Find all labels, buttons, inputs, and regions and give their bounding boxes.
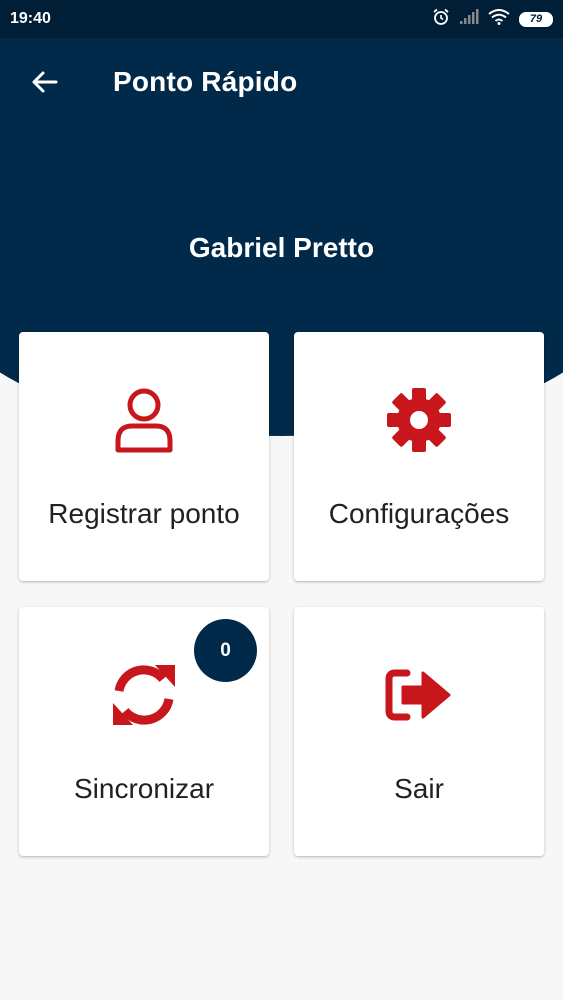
logout-card[interactable]: Sair <box>294 607 544 856</box>
status-bar: 19:40 79 <box>0 0 563 38</box>
signal-icon <box>459 8 479 30</box>
settings-card[interactable]: Configurações <box>294 332 544 581</box>
status-time: 19:40 <box>10 10 51 27</box>
status-icons: 79 <box>432 8 553 31</box>
sync-label: Sincronizar <box>73 773 215 804</box>
arrow-left-icon <box>32 71 58 93</box>
app-bar: Ponto Rápido <box>0 38 563 126</box>
alarm-icon <box>432 8 450 31</box>
battery-icon: 79 <box>519 11 553 27</box>
logout-label: Sair <box>394 773 444 804</box>
user-name: Gabriel Pretto <box>188 232 375 263</box>
settings-label: Configurações <box>328 498 510 529</box>
register-point-card[interactable]: Registrar ponto <box>19 332 269 581</box>
page-title: Ponto Rápido <box>113 66 298 97</box>
register-point-label: Registrar ponto <box>48 498 240 529</box>
back-button[interactable] <box>14 52 74 112</box>
wifi-icon <box>488 8 510 30</box>
sign-out-icon <box>294 659 544 731</box>
gear-icon <box>294 384 544 456</box>
user-icon <box>19 384 269 456</box>
sync-count-badge: 0 <box>194 619 257 682</box>
